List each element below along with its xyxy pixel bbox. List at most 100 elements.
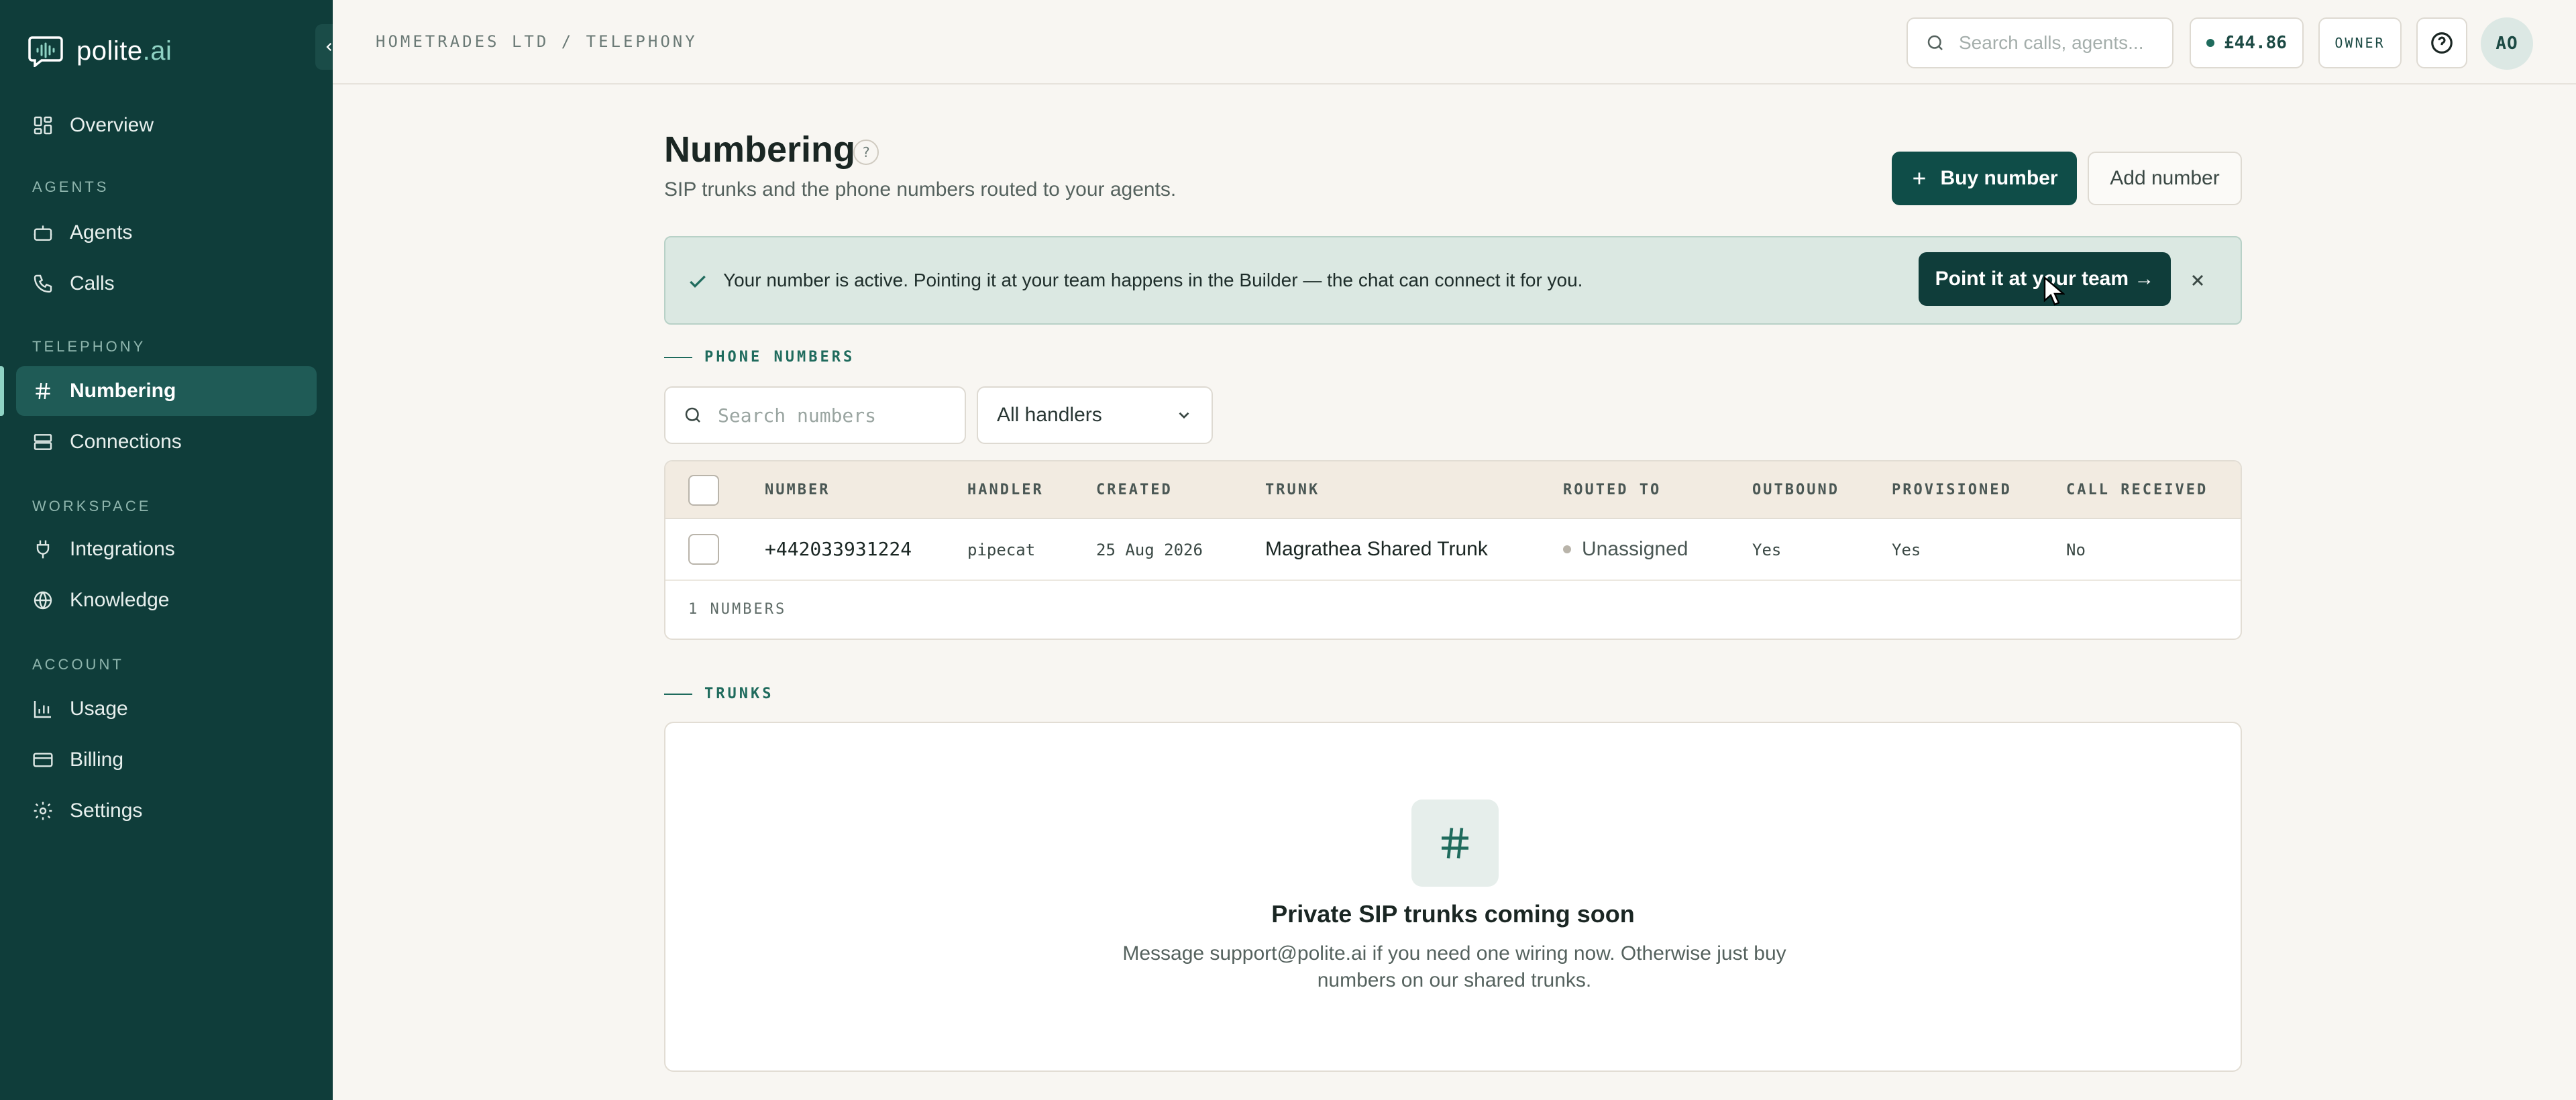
avatar[interactable]: AO — [2481, 17, 2533, 70]
sidebar-item-billing[interactable]: Billing — [16, 735, 317, 785]
handler-filter-value: All handlers — [997, 404, 1102, 426]
hash-icon — [1442, 828, 1468, 859]
search-icon — [685, 407, 700, 423]
active-nav-marker — [0, 366, 4, 416]
chevron-down-icon — [1179, 412, 1189, 419]
hash-icon — [36, 382, 50, 400]
sidebar-item-overview[interactable]: Overview — [16, 101, 317, 150]
buy-number-label: Buy number — [1940, 167, 2058, 189]
grid-icon — [34, 116, 52, 135]
column-header-call-received[interactable]: CALL RECEIVED — [2066, 482, 2208, 498]
cell-call-received: No — [2066, 541, 2086, 559]
sidebar-item-label: Overview — [70, 114, 154, 136]
role-badge: OWNER — [2318, 17, 2402, 68]
cell-handler: pipecat — [967, 541, 1036, 559]
add-number-button[interactable]: Add number — [2088, 152, 2242, 205]
number-search[interactable] — [664, 386, 966, 444]
column-header-provisioned[interactable]: PROVISIONED — [1892, 482, 2012, 498]
sidebar-item-label: Settings — [70, 800, 143, 822]
banner-text: Your number is active. Pointing it at yo… — [723, 270, 1583, 290]
search-icon — [1927, 35, 1943, 50]
sidebar-item-connections[interactable]: Connections — [16, 417, 317, 467]
global-search-input[interactable]: Search calls, agents... — [1907, 17, 2174, 68]
title-help-icon[interactable]: ? — [853, 140, 879, 165]
trunks-empty-state: Private SIP trunks coming soon Message s… — [664, 722, 2242, 1072]
column-header-trunk[interactable]: TRUNK — [1265, 482, 1320, 498]
handler-filter-select[interactable]: All handlers — [977, 386, 1213, 444]
section-label-phone-numbers: PHONE NUMBERS — [664, 349, 855, 366]
column-header-handler[interactable]: HANDLER — [967, 482, 1044, 498]
cell-trunk: Magrathea Shared Trunk — [1265, 538, 1488, 560]
sidebar-item-label: Calls — [70, 272, 115, 294]
sidebar-item-agents[interactable]: Agents — [16, 208, 317, 258]
chat-logo-icon — [28, 36, 63, 67]
unassigned-dot — [1563, 545, 1571, 553]
help-button[interactable] — [2416, 17, 2467, 68]
sidebar-item-knowledge[interactable]: Knowledge — [16, 575, 317, 625]
column-header-number[interactable]: NUMBER — [765, 482, 830, 498]
brand-name: polite.ai — [76, 36, 172, 66]
sidebar-item-usage[interactable]: Usage — [16, 684, 317, 734]
column-header-outbound[interactable]: OUTBOUND — [1752, 482, 1839, 498]
sidebar-item-label: Agents — [70, 221, 133, 243]
nav-section-workspace: WORKSPACE — [32, 498, 152, 514]
balance-status-dot — [2206, 39, 2215, 47]
sidebar-item-label: Connections — [70, 431, 182, 453]
cell-number: +442033931224 — [765, 538, 912, 560]
section-title: TRUNKS — [704, 685, 774, 702]
cell-provisioned: Yes — [1892, 541, 1921, 559]
globe-icon — [34, 591, 52, 610]
balance-value: £44.86 — [2224, 33, 2287, 53]
sidebar: polite.ai Overview AGENTS Agents Calls T… — [0, 0, 333, 1100]
page-subtitle: SIP trunks and the phone numbers routed … — [664, 178, 1177, 201]
table-footer-count: 1 NUMBERS — [688, 601, 787, 618]
sidebar-item-label: Numbering — [70, 380, 176, 402]
buy-number-button[interactable]: Buy number — [1892, 152, 2077, 205]
mouse-pointer-icon — [2043, 276, 2065, 306]
nav-section-agents: AGENTS — [32, 178, 109, 195]
bot-icon — [34, 225, 52, 241]
column-header-created[interactable]: CREATED — [1096, 482, 1173, 498]
section-rule — [664, 356, 692, 358]
balance-badge[interactable]: £44.86 — [2190, 17, 2304, 68]
table-header: NUMBER HANDLER CREATED TRUNK ROUTED TO O… — [665, 461, 2241, 519]
server-icon — [34, 434, 52, 450]
nav-section-account: ACCOUNT — [32, 656, 124, 673]
search-placeholder: Search calls, agents... — [1959, 32, 2144, 53]
row-checkbox[interactable] — [688, 534, 719, 565]
trunks-icon-tile — [1411, 800, 1499, 887]
topbar: HOMETRADES LTD / TELEPHONY Search calls,… — [333, 0, 2576, 85]
sidebar-item-integrations[interactable]: Integrations — [16, 525, 317, 574]
phone-icon — [34, 274, 52, 293]
section-rule — [664, 693, 692, 695]
sidebar-item-settings[interactable]: Settings — [16, 786, 317, 836]
page-title: Numbering — [664, 129, 856, 170]
brand-logo[interactable]: polite.ai — [28, 35, 172, 67]
sidebar-item-calls[interactable]: Calls — [16, 259, 317, 309]
sidebar-item-label: Knowledge — [70, 589, 170, 611]
breadcrumb: HOMETRADES LTD / TELEPHONY — [376, 32, 698, 51]
empty-state-title: Private SIP trunks coming soon — [1271, 900, 1635, 928]
number-search-input[interactable] — [718, 404, 946, 427]
cell-routed-to: Unassigned — [1563, 538, 1688, 561]
sidebar-item-numbering[interactable]: Numbering — [16, 366, 317, 416]
empty-state-description: Message support@polite.ai if you need on… — [1122, 942, 1786, 991]
credit-card-icon — [33, 753, 53, 767]
sidebar-item-label: Usage — [70, 698, 128, 720]
nav-section-telephony: TELEPHONY — [32, 338, 146, 355]
close-icon[interactable] — [2188, 271, 2207, 290]
section-label-trunks: TRUNKS — [664, 685, 773, 702]
plus-icon — [1913, 172, 1926, 184]
section-title: PHONE NUMBERS — [704, 349, 855, 366]
column-header-routed-to[interactable]: ROUTED TO — [1563, 482, 1661, 498]
check-icon — [690, 275, 706, 288]
bar-chart-icon — [34, 701, 51, 718]
numbers-table: NUMBER HANDLER CREATED TRUNK ROUTED TO O… — [664, 460, 2242, 640]
table-row[interactable]: +442033931224 pipecat 25 Aug 2026 Magrat… — [665, 519, 2241, 581]
plug-icon — [36, 540, 50, 559]
sidebar-item-label: Billing — [70, 749, 124, 771]
sidebar-item-label: Integrations — [70, 538, 175, 560]
select-all-checkbox[interactable] — [688, 475, 719, 506]
cell-outbound: Yes — [1752, 541, 1782, 559]
gear-icon — [34, 802, 52, 820]
